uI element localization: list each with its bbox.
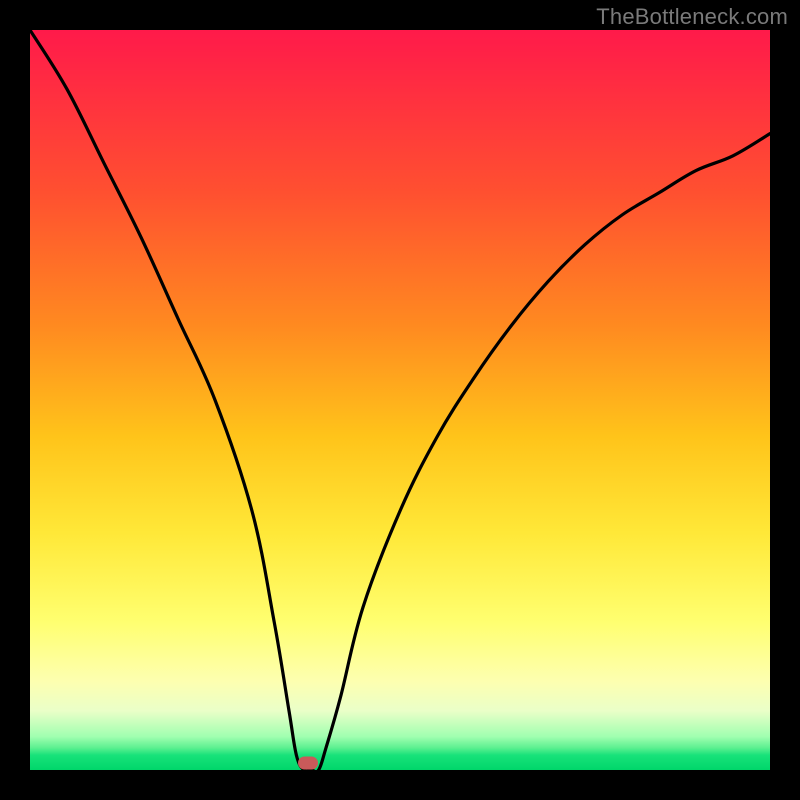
curve-path xyxy=(30,30,770,770)
bottleneck-curve xyxy=(30,30,770,770)
watermark-text: TheBottleneck.com xyxy=(596,4,788,30)
chart-frame: TheBottleneck.com xyxy=(0,0,800,800)
optimal-point-marker xyxy=(298,756,318,769)
plot-area xyxy=(30,30,770,770)
